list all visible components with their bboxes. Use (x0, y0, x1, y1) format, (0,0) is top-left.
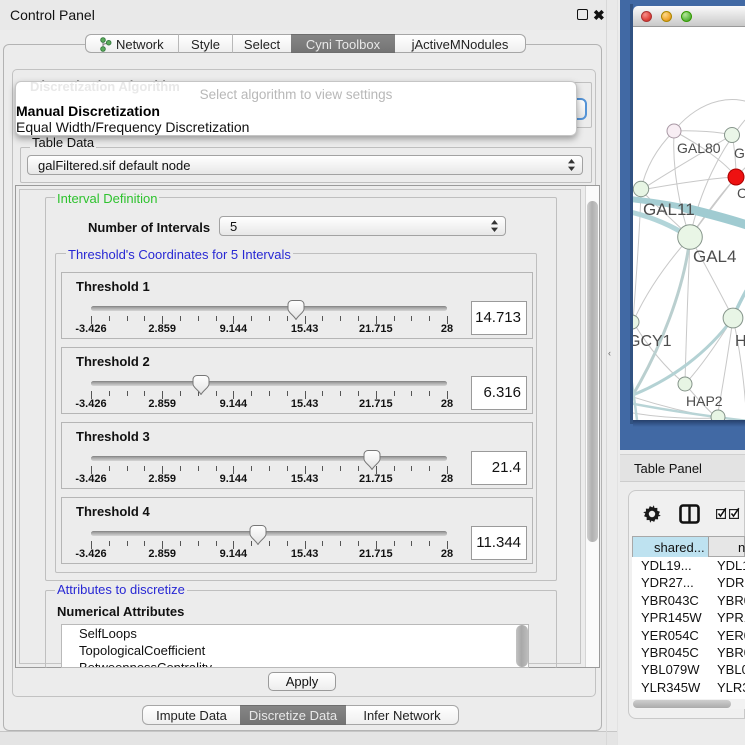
svg-text:G.: G. (734, 145, 745, 161)
svg-text:HAP2: HAP2 (686, 393, 723, 409)
svg-text:GAL11: GAL11 (643, 200, 695, 219)
svg-text:H: H (735, 333, 745, 350)
svg-text:GAL80: GAL80 (677, 140, 721, 156)
svg-text:C: C (737, 185, 745, 201)
svg-text:GCY1: GCY1 (633, 333, 672, 350)
svg-text:GAL4: GAL4 (693, 247, 736, 266)
